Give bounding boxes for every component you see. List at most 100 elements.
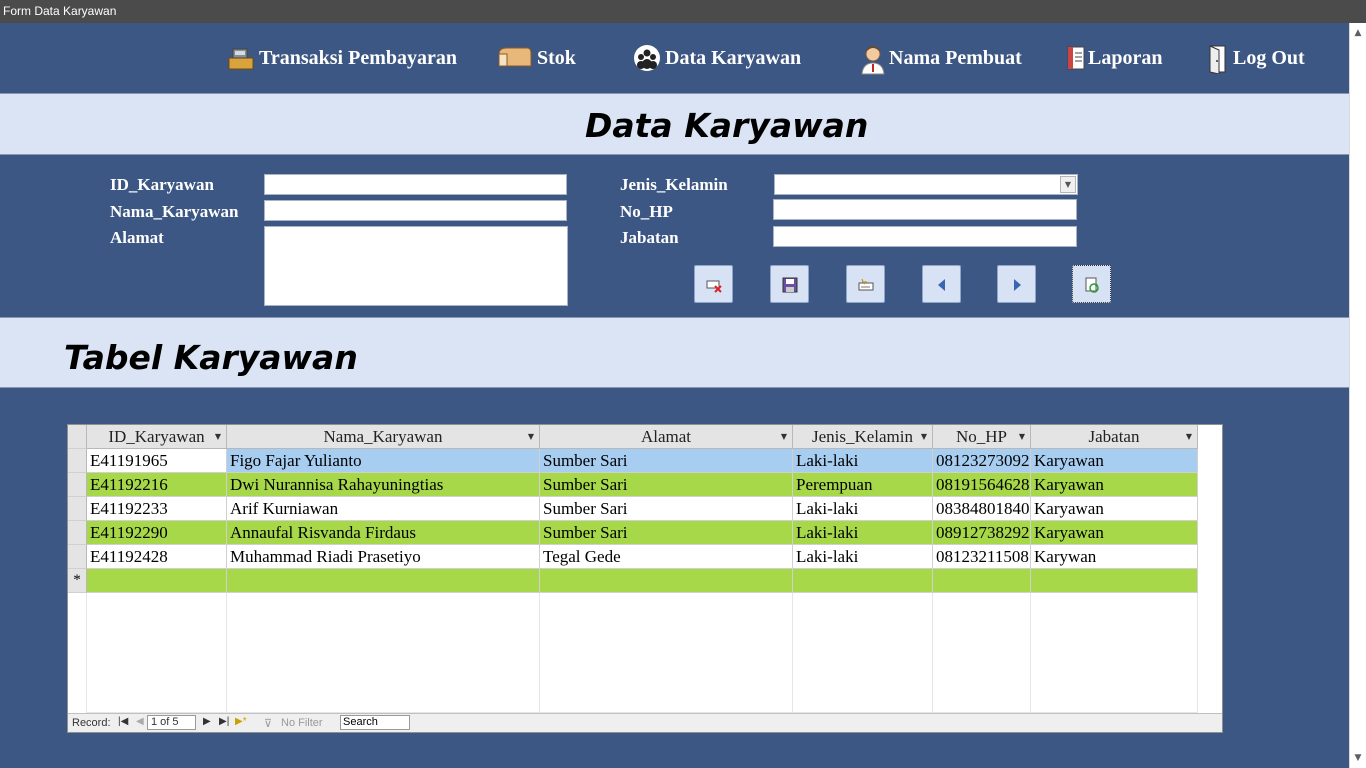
nav-stok[interactable]: Stok	[497, 41, 576, 75]
last-record-icon[interactable]: ▶|	[219, 716, 229, 727]
column-header-jenis-kelamin[interactable]: Jenis_Kelamin ▼	[793, 425, 933, 449]
nama-karyawan-field[interactable]	[264, 200, 567, 221]
chevron-down-icon[interactable]: ▼	[1060, 176, 1076, 193]
chevron-down-icon[interactable]: ▼	[921, 425, 927, 448]
table-cell[interactable]: Arif Kurniawan	[227, 497, 540, 521]
table-cell[interactable]: Figo Fajar Yulianto	[227, 449, 540, 473]
no-filter-button[interactable]: No Filter	[281, 717, 323, 729]
table-cell[interactable]: Annaufal Risvanda Firdaus	[227, 521, 540, 545]
scroll-up-icon[interactable]: ▲	[1350, 25, 1366, 41]
next-record-icon[interactable]: ▶	[203, 716, 211, 727]
table-cell[interactable]	[933, 569, 1031, 593]
table-cell[interactable]	[793, 569, 933, 593]
nav-label: Data Karyawan	[665, 46, 802, 69]
new-record-nav-icon[interactable]: ▶*	[235, 716, 247, 727]
table-cell[interactable]: 08384801840	[933, 497, 1031, 521]
delete-button[interactable]	[694, 265, 733, 303]
table-cell[interactable]: Karyawan	[1031, 521, 1198, 545]
table-cell[interactable]: Perempuan	[793, 473, 933, 497]
chevron-down-icon[interactable]: ▼	[1186, 425, 1192, 448]
table-cell[interactable]: Sumber Sari	[540, 473, 793, 497]
vertical-scrollbar[interactable]: ▲ ▼	[1349, 23, 1366, 768]
empty-row-area	[68, 593, 87, 713]
new-row-marker[interactable]: *	[68, 569, 87, 593]
filter-icon: ⊽	[264, 718, 273, 730]
save-icon	[782, 277, 798, 293]
column-header-jabatan[interactable]: Jabatan ▼	[1031, 425, 1198, 449]
table-cell[interactable]: Karyawan	[1031, 497, 1198, 521]
record-navigation-bar: Record: |◀ ◀ 1 of 5 ▶ ▶| ▶* ⊽ No Filter …	[68, 713, 1222, 732]
table-cell[interactable]: Tegal Gede	[540, 545, 793, 569]
table-cell[interactable]: E41192233	[87, 497, 227, 521]
scroll-down-icon[interactable]: ▼	[1350, 750, 1366, 766]
nav-data-karyawan[interactable]: Data Karyawan	[633, 41, 801, 75]
refresh-icon	[1085, 277, 1099, 293]
row-selector[interactable]	[68, 545, 87, 569]
label-alamat: Alamat	[110, 228, 164, 247]
select-all-corner[interactable]	[68, 425, 87, 449]
refresh-button[interactable]	[1072, 265, 1111, 303]
previous-record-icon[interactable]: ◀	[136, 716, 144, 727]
column-header-nama-karyawan[interactable]: Nama_Karyawan ▼	[227, 425, 540, 449]
label-jenis-kelamin: Jenis_Kelamin	[620, 175, 728, 194]
table-cell[interactable]: E41191965	[87, 449, 227, 473]
table-cell[interactable]: E41192216	[87, 473, 227, 497]
nav-laporan[interactable]: Laporan	[1065, 41, 1162, 75]
save-button[interactable]	[770, 265, 809, 303]
column-header-alamat[interactable]: Alamat ▼	[540, 425, 793, 449]
table-cell[interactable]	[227, 569, 540, 593]
chevron-down-icon[interactable]: ▼	[215, 425, 221, 448]
table-cell[interactable]: 08191564628	[933, 473, 1031, 497]
row-selector[interactable]	[68, 521, 87, 545]
alamat-textarea[interactable]	[264, 226, 568, 306]
table-cell[interactable]: E41192290	[87, 521, 227, 545]
table-cell[interactable]	[540, 569, 793, 593]
table-cell[interactable]: Sumber Sari	[540, 449, 793, 473]
table-cell[interactable]: Karyawan	[1031, 449, 1198, 473]
new-record-button[interactable]	[846, 265, 885, 303]
record-label: Record:	[72, 717, 111, 729]
bread-icon	[497, 44, 533, 72]
table-cell[interactable]: Karywan	[1031, 545, 1198, 569]
row-selector[interactable]	[68, 497, 87, 521]
nav-nama-pembuat[interactable]: Nama Pembuat	[859, 41, 1022, 75]
table-cell[interactable]: Sumber Sari	[540, 497, 793, 521]
first-record-icon[interactable]: |◀	[118, 716, 128, 727]
id-karyawan-field[interactable]	[264, 174, 567, 195]
nav-label: Laporan	[1088, 46, 1163, 69]
row-selector[interactable]	[68, 449, 87, 473]
nav-transaksi-pembayaran[interactable]: Transaksi Pembayaran	[227, 41, 457, 75]
table-cell[interactable]: Sumber Sari	[540, 521, 793, 545]
table-cell[interactable]: E41192428	[87, 545, 227, 569]
row-selector[interactable]	[68, 473, 87, 497]
no-hp-field[interactable]	[773, 199, 1077, 220]
search-input[interactable]: Search	[340, 715, 410, 730]
table-cell[interactable]: 08123273092	[933, 449, 1031, 473]
table-cell[interactable]: Dwi Nurannisa Rahayuningtias	[227, 473, 540, 497]
table-cell[interactable]: Laki-laki	[793, 521, 933, 545]
previous-button[interactable]	[922, 265, 961, 303]
jabatan-field[interactable]	[773, 226, 1077, 247]
table-cell[interactable]: Laki-laki	[793, 449, 933, 473]
nav-label: Stok	[537, 46, 576, 69]
chevron-down-icon[interactable]: ▼	[781, 425, 787, 448]
column-header-id-karyawan[interactable]: ID_Karyawan ▼	[87, 425, 227, 449]
jenis-kelamin-select[interactable]: ▼	[774, 174, 1078, 195]
label-no-hp: No_HP	[620, 202, 673, 221]
table-cell[interactable]: 08912738292	[933, 521, 1031, 545]
table-cell[interactable]: 08123211508	[933, 545, 1031, 569]
chevron-down-icon[interactable]: ▼	[528, 425, 534, 448]
table-cell[interactable]: Karyawan	[1031, 473, 1198, 497]
chevron-down-icon[interactable]: ▼	[1019, 425, 1025, 448]
table-cell[interactable]	[1031, 569, 1198, 593]
datasheet-grid[interactable]: ID_Karyawan ▼ Nama_Karyawan ▼ Alamat ▼ Jeni…	[67, 424, 1223, 733]
table-cell[interactable]	[87, 569, 227, 593]
table-cell[interactable]: Laki-laki	[793, 497, 933, 521]
report-icon	[1065, 44, 1087, 72]
column-header-no-hp[interactable]: No_HP ▼	[933, 425, 1031, 449]
record-position-field[interactable]: 1 of 5	[147, 715, 196, 730]
table-cell[interactable]: Laki-laki	[793, 545, 933, 569]
next-button[interactable]	[997, 265, 1036, 303]
nav-log-out[interactable]: Log Out	[1207, 41, 1305, 75]
table-cell[interactable]: Muhammad Riadi Prasetiyo	[227, 545, 540, 569]
